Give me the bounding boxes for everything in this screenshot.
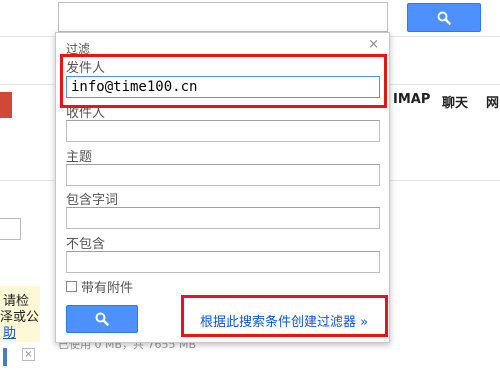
nav-cut-off[interactable]: 网 xyxy=(486,92,499,111)
search-icon xyxy=(437,11,451,25)
doesnt-have-label: 不包含 xyxy=(66,237,106,252)
has-words-field[interactable] xyxy=(66,207,380,229)
notice-link[interactable]: 助 xyxy=(3,322,16,341)
nav-imap[interactable]: IMAP xyxy=(393,92,430,107)
dismiss-x-icon[interactable]: × xyxy=(22,348,35,361)
side-input-edge[interactable] xyxy=(0,218,21,240)
highlight-from-field xyxy=(60,54,387,108)
has-attachment-label: 带有附件 xyxy=(81,281,134,296)
nav-chat[interactable]: 聊天 xyxy=(442,92,468,111)
compose-button-edge[interactable] xyxy=(0,92,12,118)
main-search-button[interactable] xyxy=(407,3,481,32)
subject-label: 主题 xyxy=(66,150,93,165)
to-field[interactable] xyxy=(66,120,380,142)
filter-search-button[interactable] xyxy=(66,305,138,333)
has-attachment-checkbox[interactable] xyxy=(66,281,77,292)
subject-field[interactable] xyxy=(66,164,380,186)
close-icon[interactable]: × xyxy=(368,37,379,52)
notice-box: 请检 泽或公 助 xyxy=(0,286,40,342)
highlight-create-filter xyxy=(181,295,388,337)
main-search-input[interactable] xyxy=(58,2,388,32)
has-attachment-row[interactable]: 带有附件 xyxy=(66,277,133,296)
doesnt-have-field[interactable] xyxy=(66,251,380,273)
search-icon xyxy=(95,312,109,326)
has-words-label: 包含字词 xyxy=(66,193,119,208)
blue-marker xyxy=(3,348,7,366)
